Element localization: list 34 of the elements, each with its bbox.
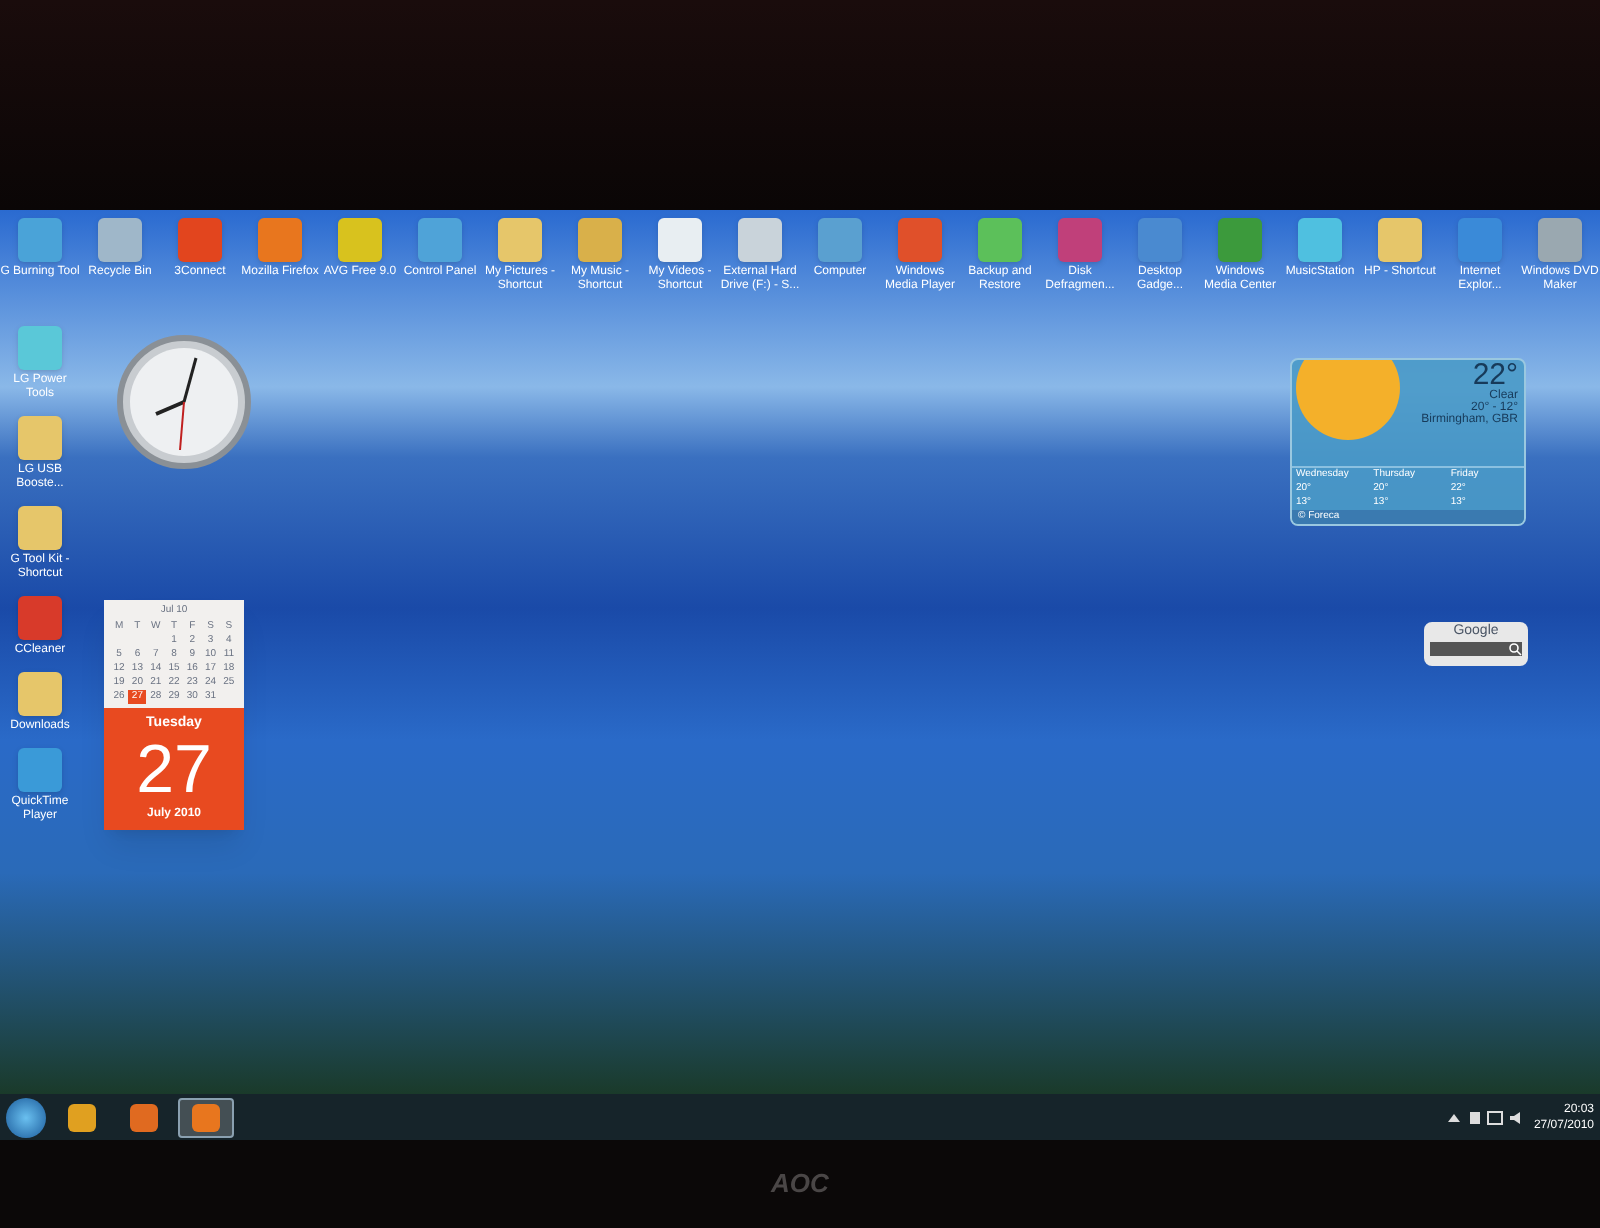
app-icon[interactable] xyxy=(978,218,1022,262)
app-icon[interactable] xyxy=(338,218,382,262)
app-icon[interactable] xyxy=(898,218,942,262)
calendar-date: 27 xyxy=(136,734,212,806)
app-icon[interactable] xyxy=(1298,218,1342,262)
app-icon[interactable] xyxy=(18,506,62,550)
search-icon[interactable] xyxy=(1508,642,1522,656)
app-icon[interactable] xyxy=(18,748,62,792)
taskbar-button[interactable] xyxy=(178,1097,234,1137)
app-icon[interactable] xyxy=(18,416,62,460)
search-field[interactable] xyxy=(1430,642,1522,656)
app-icon[interactable] xyxy=(1218,218,1262,262)
app-icon[interactable] xyxy=(818,218,862,262)
app-icon[interactable] xyxy=(1058,218,1102,262)
app-icon[interactable] xyxy=(18,326,62,370)
app-icon[interactable] xyxy=(1378,218,1422,262)
app-icon[interactable] xyxy=(658,218,702,262)
monitor-brand: AOC xyxy=(771,1166,829,1202)
app-icon[interactable] xyxy=(1538,218,1582,262)
clock-drawing xyxy=(116,334,252,470)
app-icon[interactable] xyxy=(18,218,62,262)
temperature: 22° xyxy=(1472,360,1518,390)
app-icon[interactable] xyxy=(1458,218,1502,262)
app-icon[interactable] xyxy=(258,218,302,262)
app-icon[interactable] xyxy=(1138,218,1182,262)
app-icon[interactable] xyxy=(418,218,462,262)
app-icon[interactable] xyxy=(578,218,622,262)
app-icon[interactable] xyxy=(98,218,142,262)
app-icon[interactable] xyxy=(18,672,62,716)
app-icon[interactable] xyxy=(178,218,222,262)
app-icon[interactable] xyxy=(18,596,62,640)
app-icon[interactable] xyxy=(738,218,782,262)
start-button[interactable] xyxy=(6,1097,46,1137)
app-icon[interactable] xyxy=(498,218,542,262)
